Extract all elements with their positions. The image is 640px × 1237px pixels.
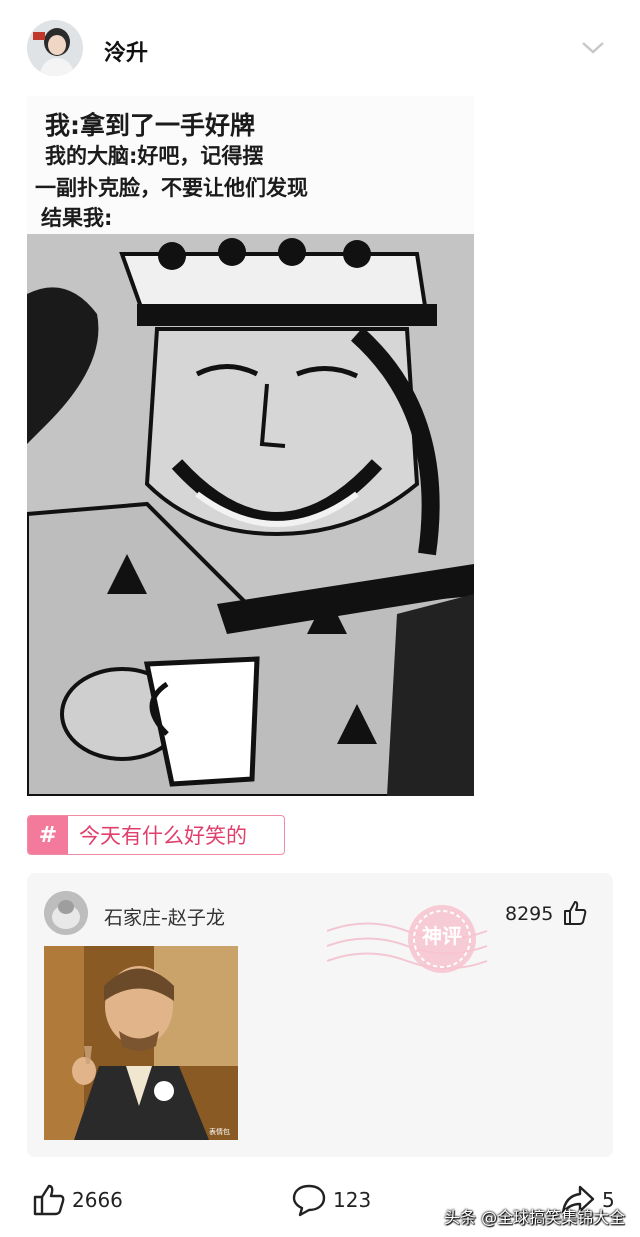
author-name[interactable]: 泠升 [104,35,148,67]
topic-tag-label: 今天有什么好笑的 [79,824,247,848]
topic-tag[interactable]: # 今天有什么好笑的 [27,815,285,855]
comment-bubble-icon [292,1184,326,1217]
meme-line: 结果我: [41,206,113,230]
like-count: 2666 [72,1188,123,1212]
chevron-down-icon[interactable] [580,40,606,56]
comment-like-count: 8295 [505,903,554,925]
top-comment-card[interactable]: 石家庄-赵子龙 神评 8295 表情包 [27,873,613,1157]
thumbs-up-icon[interactable] [562,900,588,926]
meme-king-card-image[interactable] [25,234,476,798]
thumbs-up-icon [33,1184,65,1216]
hashtag-icon: # [28,816,68,854]
author-avatar[interactable] [27,20,83,76]
meme-line: 一副扑克脸，不要让他们发现 [35,176,308,200]
commenter-name[interactable]: 石家庄-赵子龙 [104,903,225,930]
comment-button[interactable]: 123 [291,1183,371,1217]
meme-caption: 我:拿到了一手好牌 我的大脑:好吧，记得摆 一副扑克脸，不要让他们发现 结果我: [27,96,474,234]
commenter-avatar[interactable] [44,891,88,935]
image-watermark: 表情包 [209,1127,230,1136]
meme-line: 我的大脑:好吧，记得摆 [45,144,264,168]
source-watermark: 头条 @全球搞笑集锦大全 [444,1208,626,1227]
badge-text: 神评 [422,924,462,948]
meme-line: 我:拿到了一手好牌 [45,111,255,140]
comment-reaction-image[interactable]: 表情包 [44,946,238,1140]
comment-count: 123 [333,1188,372,1212]
like-button[interactable]: 2666 [32,1183,123,1217]
